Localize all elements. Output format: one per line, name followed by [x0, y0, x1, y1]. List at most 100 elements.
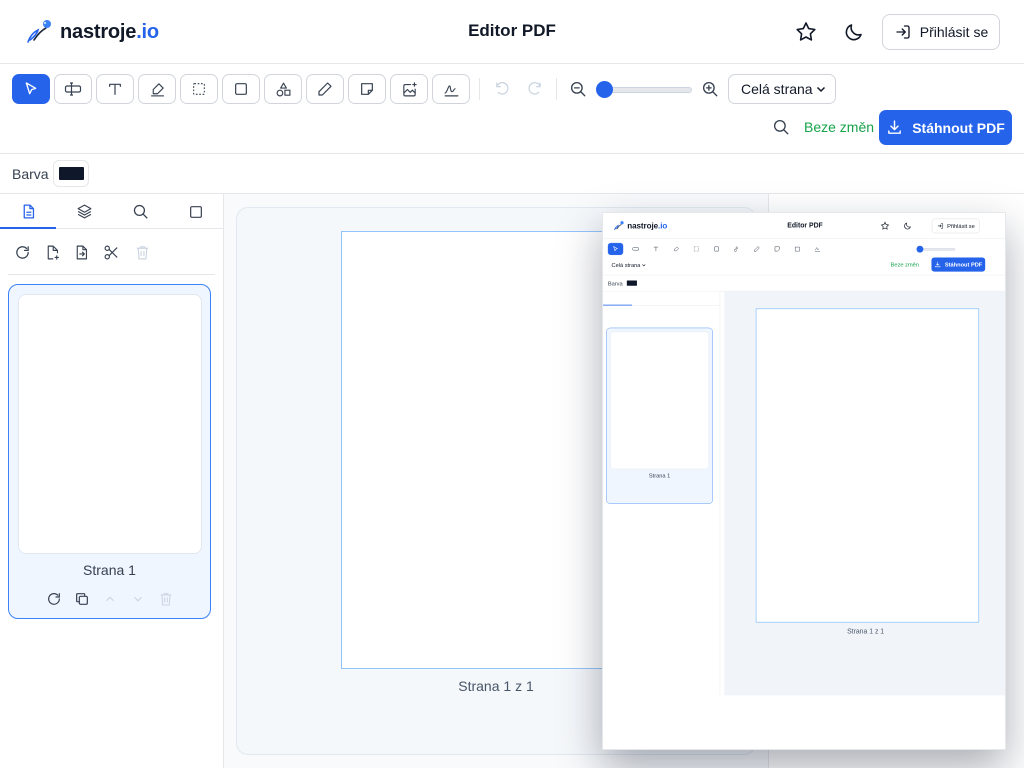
pencil-icon: [318, 82, 332, 96]
toolbar-divider: [556, 78, 557, 100]
preview-color-swatch: [626, 280, 637, 286]
dashed-rect-icon: [193, 83, 205, 95]
preview-save-status: Beze změn: [890, 261, 919, 268]
preview-zoom-select: Celá strana: [606, 259, 650, 272]
image-tool[interactable]: [390, 74, 428, 104]
color-picker[interactable]: [53, 160, 89, 187]
toolbar-divider: [479, 78, 480, 100]
pencil-tool[interactable]: [306, 74, 344, 104]
preview-pdf-page: [755, 308, 980, 623]
rectangle-tool[interactable]: [222, 74, 260, 104]
delete-page-icon[interactable]: [157, 590, 175, 608]
duplicate-page-icon[interactable]: [73, 590, 91, 608]
star-icon: [880, 221, 890, 231]
move-up-icon[interactable]: [101, 590, 119, 608]
page-icon: [23, 204, 34, 219]
select-tool[interactable]: [12, 74, 50, 104]
tab-layers[interactable]: [56, 194, 112, 229]
chevron-down-icon: [816, 86, 826, 93]
preview-zoom-thumb: [916, 245, 924, 253]
screenshot-preview: nastroje.io Editor PDF Přihlásit se Celá…: [602, 212, 1006, 750]
shapes-tool[interactable]: [264, 74, 302, 104]
sticky-note-icon: [361, 83, 373, 95]
trash-icon[interactable]: [132, 242, 152, 262]
color-label: Barva: [12, 166, 49, 182]
preview-signature-tool: [809, 242, 826, 256]
preview-note-tool: [769, 242, 785, 256]
preview-selection-tool: [688, 242, 704, 256]
rotate-page-icon[interactable]: [45, 590, 63, 608]
shapes-icon: [276, 82, 290, 96]
zoom-in-icon[interactable]: [700, 79, 720, 99]
preview-download-label: Stáhnout PDF: [944, 261, 983, 268]
zoom-slider-thumb[interactable]: [596, 81, 613, 98]
preview-color-picker: [624, 277, 639, 289]
preview-color-label: Barva: [607, 280, 623, 287]
moon-icon[interactable]: [842, 20, 866, 44]
preview-active-tab: [603, 304, 633, 306]
active-tab-indicator: [0, 227, 56, 229]
preview-text-tool: [648, 242, 664, 256]
cursor-icon: [25, 82, 37, 95]
tab-search[interactable]: [112, 194, 168, 229]
signature-tool[interactable]: [432, 74, 470, 104]
preview-thumbnail-card: Strana 1: [606, 327, 713, 504]
search-icon[interactable]: [771, 117, 791, 137]
undo-icon[interactable]: [492, 79, 512, 99]
login-icon: [896, 25, 910, 39]
text-field-icon: [64, 82, 82, 96]
save-status: Beze změn: [804, 119, 875, 135]
redo-icon[interactable]: [524, 79, 544, 99]
color-swatch: [58, 167, 84, 180]
preview-thumbnail: [610, 331, 709, 470]
page-title: Editor PDF: [468, 21, 556, 40]
download-pdf-button[interactable]: Stáhnout PDF: [879, 110, 1012, 145]
square-icon: [235, 83, 247, 95]
actions-divider: [8, 274, 215, 275]
preview-highlight-tool: [668, 242, 684, 256]
tab-pages[interactable]: [0, 194, 56, 229]
download-pdf-label: Stáhnout PDF: [912, 119, 1005, 136]
preview-login-button: Přihlásit se: [931, 218, 980, 234]
preview-select-tool: [607, 242, 624, 256]
preview-toolbar: Celá strana Beze změn Stáhnout PDF: [603, 239, 1005, 276]
move-down-icon[interactable]: [129, 590, 147, 608]
zoom-mode-select[interactable]: Celá strana: [728, 74, 836, 104]
tab-shapes[interactable]: [168, 194, 224, 229]
add-page-icon[interactable]: [42, 242, 62, 262]
selection-rect-tool[interactable]: [180, 74, 218, 104]
page-thumbnail-card[interactable]: Strana 1: [8, 284, 211, 619]
zoom-mode-value: Celá strana: [741, 81, 813, 97]
sidebar: Strana 1: [0, 194, 224, 768]
image-plus-icon: [402, 81, 417, 96]
highlighter-icon: [150, 82, 164, 96]
preview-sidebar: Strana 1: [603, 291, 721, 696]
preview-zoom-value: Celá strana: [611, 261, 641, 269]
text-tool[interactable]: [96, 74, 134, 104]
login-button[interactable]: Přihlásit se: [882, 14, 1000, 50]
text-icon: [109, 83, 121, 95]
page-thumbnail[interactable]: [18, 294, 202, 554]
signature-icon: [444, 84, 458, 96]
scissors-icon[interactable]: [101, 242, 121, 262]
note-tool[interactable]: [348, 74, 386, 104]
star-icon[interactable]: [794, 20, 818, 44]
zoom-out-icon[interactable]: [568, 79, 588, 99]
thumbnail-label: Strana 1: [83, 562, 136, 578]
preview-download-button: Stáhnout PDF: [931, 257, 986, 272]
login-label: Přihlásit se: [919, 24, 989, 40]
preview-header: nastroje.io Editor PDF Přihlásit se: [603, 213, 1005, 239]
import-page-icon[interactable]: [71, 242, 91, 262]
rotate-icon[interactable]: [12, 242, 32, 262]
color-bar: Barva: [0, 154, 1024, 194]
highlight-tool[interactable]: [138, 74, 176, 104]
preview-canvas: Strana 1 z 1: [724, 291, 1005, 696]
preview-pencil-tool: [749, 242, 765, 256]
app-header: nastroje.io Editor PDF Přihlásit se: [0, 0, 1024, 64]
preview-rectangle-tool: [708, 242, 725, 256]
preview-color-bar: Barva: [603, 275, 1005, 292]
moon-icon: [903, 221, 913, 231]
text-field-tool[interactable]: [54, 74, 92, 104]
preview-text-field-tool: [628, 242, 644, 256]
square-icon: [190, 205, 202, 218]
